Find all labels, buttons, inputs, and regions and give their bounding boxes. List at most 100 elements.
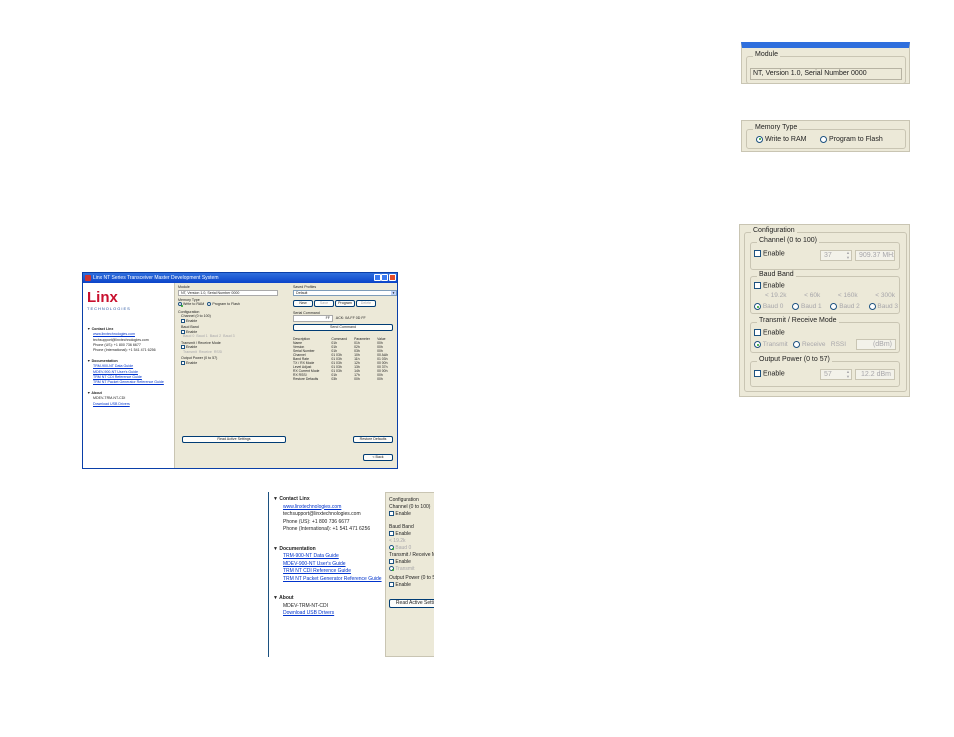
trx-label: Transmit / Receive Mode bbox=[389, 552, 434, 558]
baud-rate-label: < 19.2k bbox=[389, 538, 406, 544]
command-field[interactable]: FF bbox=[293, 315, 333, 322]
save-profile-button[interactable]: Save bbox=[314, 299, 334, 307]
read-settings-button[interactable]: Read Active Settings bbox=[389, 599, 434, 608]
module-crop: Module NT, Version 1.0, Serial Number 00… bbox=[741, 42, 910, 84]
trx-enable-checkbox[interactable] bbox=[754, 329, 761, 336]
power-enable-label: Enable bbox=[186, 360, 198, 365]
command-table: Description Command Parameter Value Name 01h… bbox=[293, 337, 393, 381]
ram-radio[interactable] bbox=[756, 135, 763, 143]
module-label: Module bbox=[753, 51, 780, 58]
transmit-radio[interactable] bbox=[754, 341, 761, 348]
baud-label: Baud Band bbox=[389, 524, 414, 530]
baud-rate-1: < 60k bbox=[804, 292, 821, 299]
power-label: Output Power (0 to 57) bbox=[389, 575, 434, 581]
memory-crop: Memory Type Write to RAM Program to Flas… bbox=[741, 120, 910, 152]
profile-dropdown[interactable]: Default ▼ bbox=[293, 289, 397, 296]
delete-profile-button[interactable]: Delete bbox=[356, 299, 376, 307]
close-button[interactable] bbox=[389, 274, 396, 281]
flash-label: Program to Flash bbox=[829, 136, 883, 143]
trx-enable-label: Enable bbox=[762, 329, 785, 337]
restore-defaults-button[interactable]: Restore Defaults bbox=[353, 436, 393, 443]
send-command-button[interactable]: Send Command bbox=[293, 323, 393, 331]
trx-options: Transmit Receive RSSI bbox=[183, 349, 223, 354]
app-window: Linx NT Series Transceiver Master Develo… bbox=[82, 272, 398, 469]
ack-text: ACK: 0A FF 0D FF bbox=[335, 316, 366, 320]
program-button[interactable]: Program bbox=[335, 299, 355, 307]
logo-tagline: TECHNOLOGIES bbox=[87, 306, 131, 311]
doc-link[interactable]: MDEV-900-NT User's Guide bbox=[283, 561, 385, 569]
phone-intl: Phone (International): +1 541 471 6256 bbox=[93, 348, 156, 353]
power-dbm: 12.2 dBm bbox=[855, 369, 895, 380]
ram-radio[interactable] bbox=[178, 302, 183, 307]
phone-us: Phone (US): +1 800 736 6677 bbox=[283, 518, 350, 525]
power-spinner[interactable]: 57 ▲ ▼ bbox=[820, 369, 852, 380]
channel-enable-label: Enable bbox=[186, 318, 198, 323]
contact-heading: ▼ Contact Linx bbox=[273, 496, 310, 502]
channel-label: Channel (0 to 100) bbox=[389, 504, 431, 510]
settings-pane: Module NT, Version 1.0, Serial Number 00… bbox=[178, 285, 290, 465]
trx-label: Transmit / Receive Mode bbox=[757, 317, 839, 324]
config-label: Configuration bbox=[389, 497, 419, 503]
baud0-radio[interactable] bbox=[389, 545, 394, 551]
ram-label: Write to RAM bbox=[764, 136, 807, 143]
support-email: techsupport@linxtechnologies.com bbox=[283, 511, 361, 517]
baud-rate-0: < 19.2k bbox=[765, 292, 787, 299]
power-enable-checkbox[interactable] bbox=[181, 360, 185, 365]
documentation-heading: ▼ Documentation bbox=[273, 545, 316, 552]
channel-enable-label: Enable bbox=[762, 250, 785, 258]
chevron-down-icon: ▼ bbox=[391, 290, 396, 296]
module-field: NT, Version 1.0, Serial Number 0000 bbox=[178, 289, 278, 296]
part-number: MDEV-TRM-NT-CDI bbox=[283, 602, 328, 609]
power-label: Output Power (0 to 57) bbox=[757, 356, 832, 363]
flash-radio[interactable] bbox=[820, 135, 828, 143]
baud1-radio[interactable] bbox=[792, 303, 800, 310]
configuration-crop: Configuration Channel (0 to 100) Enable … bbox=[739, 224, 910, 397]
back-button[interactable]: < Back bbox=[363, 454, 393, 461]
baud-label: Baud Band bbox=[757, 271, 796, 278]
baud-enable-checkbox[interactable] bbox=[754, 282, 761, 289]
power-enable-checkbox[interactable] bbox=[389, 582, 394, 588]
baud3-radio[interactable] bbox=[868, 303, 876, 310]
flash-label: Program to Flash bbox=[212, 302, 240, 306]
usb-driver-link[interactable]: Download USB Drivers bbox=[93, 402, 171, 407]
doc-link[interactable]: TRM-900-NT Data Guide bbox=[283, 553, 385, 561]
channel-enable-checkbox[interactable] bbox=[754, 250, 761, 257]
channel-spinner[interactable]: 37 ▲ ▼ bbox=[820, 250, 852, 261]
doc-link[interactable]: TRM NT Packet Generator Reference Guide bbox=[93, 380, 171, 385]
baud2-radio[interactable] bbox=[830, 303, 838, 310]
power-enable-checkbox[interactable] bbox=[754, 370, 761, 377]
baud-enable-label: Enable bbox=[186, 329, 198, 334]
serial-pane: Saved Profiles Default ▼ New Save Program… bbox=[293, 285, 397, 465]
config-crop: Configuration Channel (0 to 100) Enable … bbox=[385, 492, 434, 657]
title-bar: Linx NT Series Transceiver Master Develo… bbox=[83, 273, 397, 283]
baud-enable-checkbox[interactable] bbox=[181, 329, 185, 334]
receive-radio[interactable] bbox=[793, 341, 801, 348]
zoom-info-pane: ▼ Contact Linx www.linxtechnologies.com … bbox=[268, 492, 434, 657]
baud-rate-3: < 300k bbox=[875, 292, 895, 299]
trx-enable-checkbox[interactable] bbox=[181, 345, 185, 350]
config-label: Configuration bbox=[751, 227, 797, 234]
minimize-button[interactable] bbox=[374, 274, 381, 281]
memory-label: Memory Type bbox=[753, 124, 800, 131]
baud-enable-checkbox[interactable] bbox=[389, 531, 394, 537]
baud0-radio[interactable] bbox=[754, 303, 761, 310]
channel-enable-checkbox[interactable] bbox=[389, 511, 394, 517]
read-settings-button[interactable]: Read Active Settings bbox=[182, 436, 286, 443]
linx-logo: Linx bbox=[87, 289, 118, 306]
transmit-radio[interactable] bbox=[389, 566, 394, 572]
phone-intl: Phone (International): +1 541 471 6256 bbox=[283, 526, 371, 532]
info-pane: Linx TECHNOLOGIES ▼ Contact Linx www.lin… bbox=[83, 283, 175, 468]
doc-link[interactable]: TRM NT Packet Generator Reference Guide bbox=[283, 576, 385, 584]
website-link[interactable]: www.linxtechnologies.com bbox=[283, 504, 385, 512]
trx-enable-label: Enable bbox=[186, 345, 198, 349]
flash-radio[interactable] bbox=[207, 302, 212, 307]
rssi-field: (dBm) bbox=[856, 339, 896, 350]
rssi-label: RSSI bbox=[830, 341, 847, 349]
channel-enable-checkbox[interactable] bbox=[181, 318, 185, 323]
trx-enable-checkbox[interactable] bbox=[389, 559, 394, 565]
usb-driver-link[interactable]: Download USB Drivers bbox=[283, 610, 385, 618]
maximize-button[interactable] bbox=[381, 274, 388, 281]
doc-link[interactable]: TRM NT CDI Reference Guide bbox=[283, 568, 385, 576]
table-row: Restore Defaults 03h 00h 00h bbox=[293, 376, 383, 381]
new-profile-button[interactable]: New bbox=[293, 299, 313, 307]
